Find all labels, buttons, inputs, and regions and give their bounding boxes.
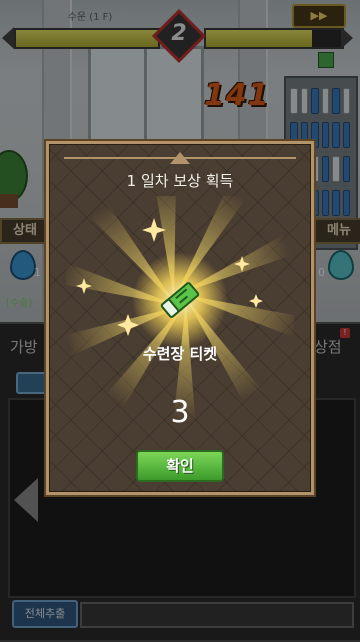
reward-item-name: 수련장 티켓 [142,345,218,363]
dialog-ornament [64,152,296,164]
confirm-button[interactable]: 확인 [136,450,224,482]
reward-count: 3 [170,395,190,430]
dialog-title: 1 일차 보상 획득 [126,172,234,190]
